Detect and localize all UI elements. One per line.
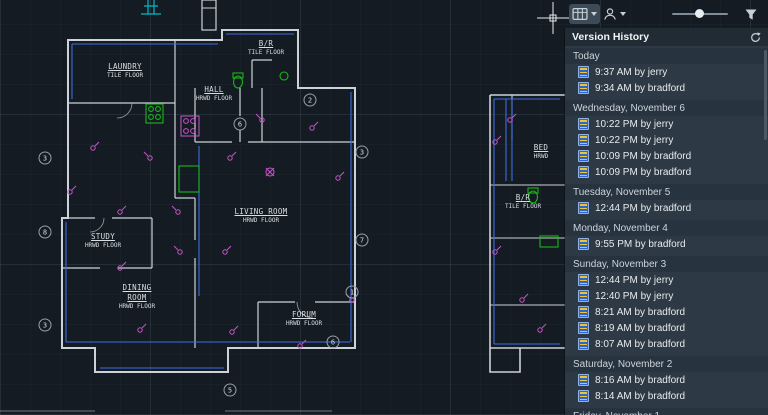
palette-button[interactable] <box>569 4 600 24</box>
version-date-header: Friday, November 1 <box>565 408 768 415</box>
version-entry[interactable]: 10:22 PM by jerry <box>565 132 768 148</box>
chevron-down-icon <box>620 12 626 16</box>
panel-title: Version History <box>572 31 650 43</box>
dwg-version-icon <box>578 238 589 250</box>
dwg-version-icon <box>578 322 589 334</box>
version-entry[interactable]: 9:55 PM by bradford <box>565 236 768 252</box>
version-entry-label: 8:07 AM by bradford <box>595 338 686 350</box>
slider-knob[interactable] <box>695 9 704 18</box>
version-group: Monday, November 4 9:55 PM by bradford <box>565 220 768 252</box>
dwg-version-icon <box>578 66 589 78</box>
svg-text:3: 3 <box>43 155 47 163</box>
filter-icon <box>745 9 757 20</box>
version-group: Wednesday, November 6 10:22 PM by jerry 10… <box>565 100 768 180</box>
panel-scrollbar[interactable] <box>764 50 767 140</box>
version-entry[interactable]: 10:22 PM by jerry <box>565 116 768 132</box>
autocad-web-window: 3 8 3 3 7 1 6 6 2 5 LAUNDRY TILE FLOOR B… <box>0 0 768 415</box>
room-label-bed: BED HRWD <box>533 143 549 160</box>
svg-text:7: 7 <box>360 237 364 245</box>
room-label-laundry: LAUNDRY TILE FLOOR <box>106 62 144 79</box>
version-entry[interactable]: 10:09 PM by bradford <box>565 148 768 164</box>
version-history-panel: Version History Today 9:37 AM by jerry 9:3… <box>565 28 768 415</box>
version-group: Friday, November 1 <box>565 408 768 415</box>
refresh-icon <box>751 32 761 42</box>
version-entry-label: 12:40 PM by jerry <box>595 290 674 302</box>
version-entry[interactable]: 8:21 AM by bradford <box>565 304 768 320</box>
version-entry-label: 9:34 AM by bradford <box>595 82 686 94</box>
version-date-header: Wednesday, November 6 <box>565 100 768 116</box>
svg-text:8: 8 <box>43 229 47 237</box>
dwg-version-icon <box>578 390 589 402</box>
utility-lines <box>141 0 161 15</box>
dwg-version-icon <box>578 150 589 162</box>
version-entry-label: 8:14 AM by bradford <box>595 390 686 402</box>
version-date-header: Today <box>565 48 768 64</box>
version-entry-label: 9:37 AM by jerry <box>595 66 668 78</box>
version-date-header: Sunday, November 3 <box>565 256 768 272</box>
svg-text:6: 6 <box>331 339 335 347</box>
version-entry[interactable]: 10:09 PM by bradford <box>565 164 768 180</box>
svg-text:3: 3 <box>43 322 47 330</box>
version-date-header: Monday, November 4 <box>565 220 768 236</box>
canvas-toolbar <box>565 0 768 28</box>
version-date-header: Tuesday, November 5 <box>565 184 768 200</box>
room-label-forum: FORUM HRWD FLOOR <box>285 310 323 327</box>
version-entry[interactable]: 9:34 AM by bradford <box>565 80 768 96</box>
svg-text:1: 1 <box>350 289 354 297</box>
svg-text:6: 6 <box>238 121 242 129</box>
room-label-hall: HALL HRWD FLOOR <box>195 85 233 102</box>
version-group: Saturday, November 2 8:16 AM by bradford 8… <box>565 356 768 404</box>
dwg-version-icon <box>578 118 589 130</box>
zoom-slider[interactable] <box>672 7 728 21</box>
version-entry-label: 12:44 PM by jerry <box>595 274 674 286</box>
room-label-br-top: B/R TILE FLOOR <box>247 39 285 56</box>
dwg-version-icon <box>578 374 589 386</box>
version-entry[interactable]: 8:07 AM by bradford <box>565 336 768 352</box>
version-entry-label: 9:55 PM by bradford <box>595 238 686 250</box>
version-entry[interactable]: 8:16 AM by bradford <box>565 372 768 388</box>
chevron-down-icon <box>591 12 597 16</box>
dwg-version-icon <box>578 134 589 146</box>
svg-text:2: 2 <box>308 97 312 105</box>
version-entry-label: 10:22 PM by jerry <box>595 134 674 146</box>
version-entry-label: 8:16 AM by bradford <box>595 374 686 386</box>
version-entry-label: 10:09 PM by bradford <box>595 150 692 162</box>
filter-button[interactable] <box>742 6 760 23</box>
dwg-version-icon <box>578 274 589 286</box>
version-entry[interactable]: 12:44 PM by jerry <box>565 272 768 288</box>
dwg-version-icon <box>578 306 589 318</box>
version-entry[interactable]: 9:37 AM by jerry <box>565 64 768 80</box>
version-list: Today 9:37 AM by jerry 9:34 AM by bradford… <box>565 46 768 415</box>
walls <box>0 0 565 412</box>
dwg-version-icon <box>578 166 589 178</box>
room-label-living-room: LIVING ROOM HRWD FLOOR <box>234 207 288 224</box>
version-entry-label: 8:21 AM by bradford <box>595 306 686 318</box>
version-entry-label: 12:44 PM by bradford <box>595 202 692 214</box>
dwg-version-icon <box>578 82 589 94</box>
dwg-version-icon <box>578 338 589 350</box>
user-icon <box>604 8 616 20</box>
user-filter-button[interactable] <box>600 4 629 24</box>
dwg-version-icon <box>578 202 589 214</box>
version-date-header: Saturday, November 2 <box>565 356 768 372</box>
room-label-study: STUDY HRWD FLOOR <box>84 232 122 249</box>
version-entry-label: 10:22 PM by jerry <box>595 118 674 130</box>
room-label-dining-room: DINING ROOM HRWD FLOOR <box>118 283 156 310</box>
version-group: Tuesday, November 5 12:44 PM by bradford <box>565 184 768 216</box>
room-label-br-right: B/R TILE FLOOR <box>504 193 542 210</box>
version-entry[interactable]: 8:19 AM by bradford <box>565 320 768 336</box>
svg-text:5: 5 <box>228 387 232 395</box>
version-entry[interactable]: 12:44 PM by bradford <box>565 200 768 216</box>
version-entry[interactable]: 8:14 AM by bradford <box>565 388 768 404</box>
version-group: Today 9:37 AM by jerry 9:34 AM by bradford <box>565 48 768 96</box>
version-entry-label: 10:09 PM by bradford <box>595 166 692 178</box>
version-entry[interactable]: 12:40 PM by jerry <box>565 288 768 304</box>
svg-text:3: 3 <box>360 149 364 157</box>
version-history-header: Version History <box>565 28 768 46</box>
table-grid-icon <box>572 8 588 20</box>
version-group: Sunday, November 3 12:44 PM by jerry 12:40… <box>565 256 768 352</box>
refresh-button[interactable] <box>750 32 761 43</box>
version-entry-label: 8:19 AM by bradford <box>595 322 686 334</box>
dwg-version-icon <box>578 290 589 302</box>
